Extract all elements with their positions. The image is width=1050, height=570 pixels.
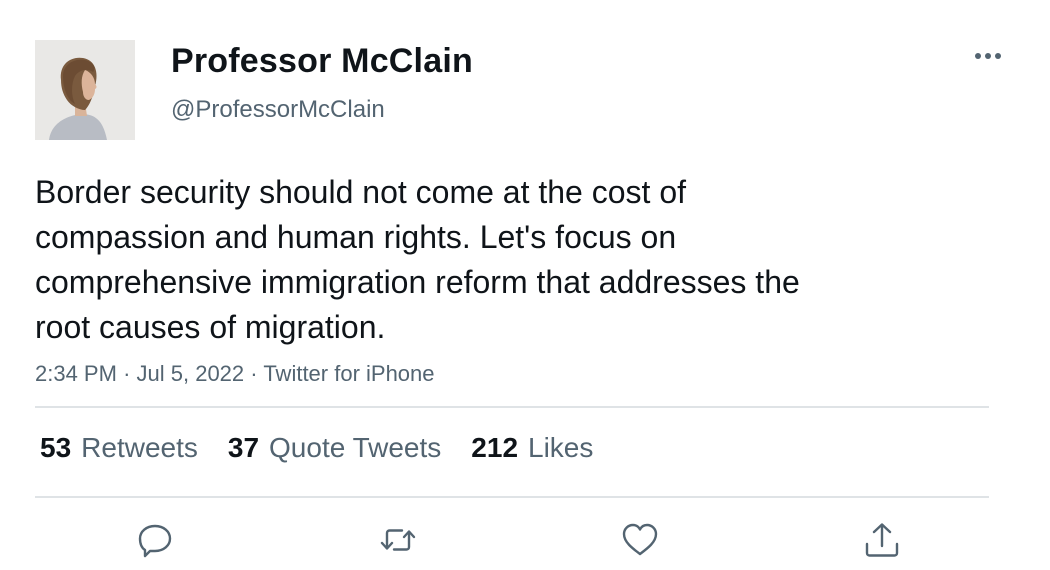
retweets-count: 53 [40,432,72,463]
retweet-button[interactable] [378,520,418,560]
quote-tweets-count: 37 [227,432,260,463]
tweet-meta: 2:34 PM · Jul 5, 2022 · Twitter for iPho… [35,361,435,387]
likes-stat[interactable]: 212 Likes [471,432,593,464]
divider [35,496,989,498]
share-button[interactable] [862,520,902,560]
more-icon [975,53,1001,59]
tweet-text-line: root causes of migration. [35,309,386,345]
share-icon [865,523,899,557]
avatar[interactable] [35,40,135,140]
quote-tweets-stat[interactable]: 37 Quote Tweets [228,432,441,464]
tweet-text-line: Border security should not come at the c… [35,174,686,210]
divider [35,406,989,408]
like-button[interactable] [620,520,660,560]
reply-icon [138,524,172,558]
retweets-stat[interactable]: 53 Retweets [40,432,198,464]
meta-separator: · [123,361,131,386]
tweet-date[interactable]: Jul 5, 2022 [137,361,245,386]
meta-separator: · [250,361,258,386]
retweet-icon [380,529,416,551]
likes-label: Likes [528,432,594,463]
quote-tweets-label: Quote Tweets [269,432,442,463]
tweet-source[interactable]: Twitter for iPhone [263,361,434,386]
likes-count: 212 [471,432,519,463]
reply-button[interactable] [135,520,175,560]
retweets-label: Retweets [81,432,198,463]
user-handle[interactable]: @ProfessorMcClain [171,96,385,124]
tweet-stats: 53 Retweets 37 Quote Tweets 212 Likes [40,432,593,464]
tweet-card: Professor McClain @ProfessorMcClain Bord… [0,0,1050,570]
more-options-button[interactable] [966,40,1010,72]
tweet-text-line: comprehensive immigration reform that ad… [35,264,800,300]
display-name[interactable]: Professor McClain [171,42,473,81]
like-icon [622,523,658,556]
tweet-text: Border security should not come at the c… [35,170,935,350]
tweet-text-line: compassion and human rights. Let's focus… [35,219,677,255]
avatar-photo [35,40,135,140]
tweet-time[interactable]: 2:34 PM [35,361,117,386]
